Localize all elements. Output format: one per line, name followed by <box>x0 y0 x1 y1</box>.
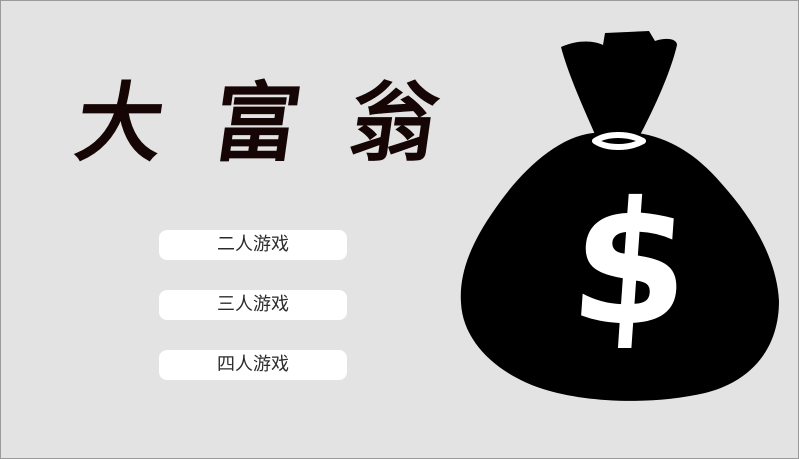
money-bag-neck <box>561 31 677 139</box>
title-char-1: 大 <box>69 73 171 174</box>
four-player-game-button[interactable]: 四人游戏 <box>159 350 347 380</box>
game-window: 大 富 翁 二人游戏 三人游戏 四人游戏 $ <box>0 0 799 459</box>
money-bag-icon: $ <box>460 31 779 401</box>
dollar-sign-icon: $ <box>564 166 696 364</box>
three-player-game-button[interactable]: 三人游戏 <box>159 290 347 320</box>
title-char-2: 富 <box>206 73 308 174</box>
two-player-game-button[interactable]: 二人游戏 <box>159 230 347 260</box>
game-title: 大 富 翁 <box>70 65 444 183</box>
title-char-3: 翁 <box>343 73 445 174</box>
